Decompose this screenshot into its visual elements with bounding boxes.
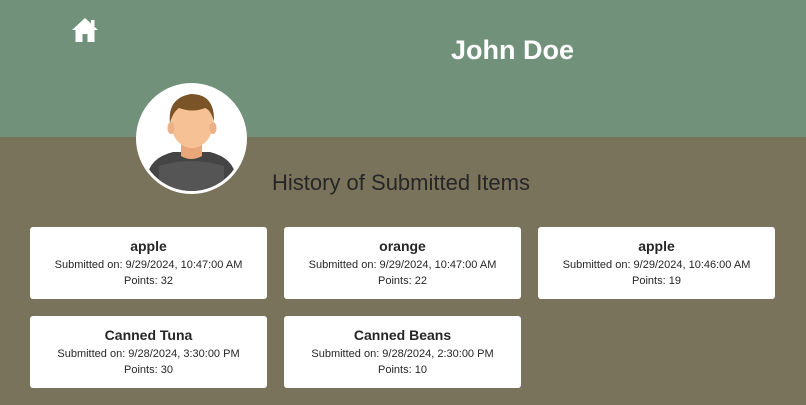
item-name: Canned Tuna	[104, 327, 193, 343]
item-submitted-date: Submitted on: 9/29/2024, 10:47:00 AM	[54, 259, 243, 271]
item-points: Points: 30	[124, 364, 173, 376]
history-card: Canned Beans Submitted on: 9/28/2024, 2:…	[284, 316, 521, 388]
item-points: Points: 10	[378, 364, 427, 376]
home-button[interactable]	[71, 17, 99, 43]
item-name: orange	[379, 238, 426, 254]
history-card: apple Submitted on: 9/29/2024, 10:46:00 …	[538, 227, 775, 299]
item-submitted-date: Submitted on: 9/28/2024, 2:30:00 PM	[311, 348, 494, 360]
history-card: orange Submitted on: 9/29/2024, 10:47:00…	[284, 227, 521, 299]
history-card: apple Submitted on: 9/29/2024, 10:47:00 …	[30, 227, 267, 299]
user-avatar-icon	[147, 94, 236, 191]
item-points: Points: 22	[378, 275, 427, 287]
item-name: Canned Beans	[353, 327, 452, 343]
history-card: Canned Tuna Submitted on: 9/28/2024, 3:3…	[30, 316, 267, 388]
item-points: Points: 19	[632, 275, 681, 287]
item-points: Points: 32	[124, 275, 173, 287]
item-name: apple	[130, 238, 167, 254]
user-name: John Doe	[451, 35, 575, 65]
history-title: History of Submitted Items	[272, 170, 530, 195]
history-list: apple Submitted on: 9/29/2024, 10:47:00 …	[30, 227, 776, 388]
home-icon	[72, 18, 98, 42]
avatar	[136, 83, 247, 194]
item-submitted-date: Submitted on: 9/28/2024, 3:30:00 PM	[57, 348, 240, 360]
item-name: apple	[638, 238, 675, 254]
item-submitted-date: Submitted on: 9/29/2024, 10:46:00 AM	[562, 259, 751, 271]
profile-header: John Doe	[0, 0, 806, 137]
item-submitted-date: Submitted on: 9/29/2024, 10:47:00 AM	[308, 259, 497, 271]
